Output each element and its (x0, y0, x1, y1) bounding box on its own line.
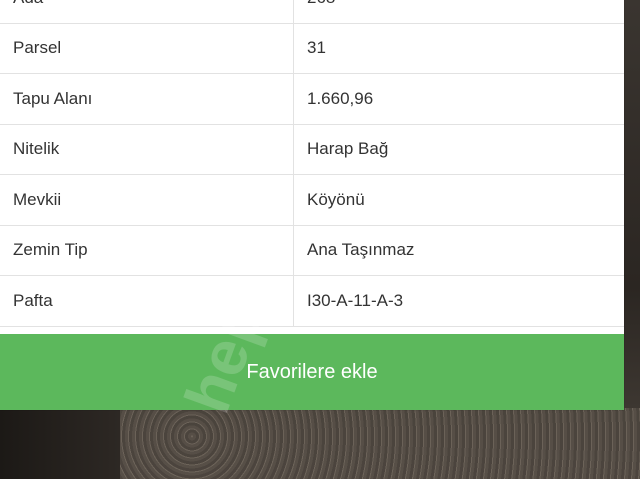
row-value: Harap Bağ (307, 139, 389, 159)
property-info-panel: Ada 268 Parsel 31 Tapu Alanı 1.660,96 Ni… (0, 0, 624, 410)
row-label: Zemin Tip (0, 225, 294, 275)
table-row: Tapu Alanı 1.660,96 (0, 74, 624, 125)
add-to-favorites-button[interactable]: Favorilere ekle (0, 334, 624, 410)
row-label: Ada (0, 0, 294, 23)
row-label: Pafta (0, 276, 294, 326)
table-row: Parsel 31 (0, 23, 624, 74)
row-value: Ana Taşınmaz (307, 240, 415, 260)
row-label: Tapu Alanı (0, 74, 294, 124)
property-table: Ada 268 Parsel 31 Tapu Alanı 1.660,96 Ni… (0, 0, 624, 327)
row-value: I30-A-11-A-3 (307, 290, 404, 310)
row-value: 31 (307, 38, 326, 58)
table-row: Pafta I30-A-11-A-3 (0, 276, 624, 327)
row-label: Mevkii (0, 175, 294, 225)
table-row: Ada 268 (0, 0, 624, 24)
table-row: Mevkii Köyönü (0, 175, 624, 226)
row-value: 1.660,96 (307, 88, 374, 108)
table-row: Nitelik Harap Bağ (0, 124, 624, 175)
row-label: Nitelik (0, 124, 294, 174)
row-label: Parsel (0, 23, 294, 73)
row-value: 268 (294, 0, 624, 23)
satellite-shadow (0, 408, 120, 479)
table-row: Zemin Tip Ana Taşınmaz (0, 225, 624, 276)
row-value: Köyönü (307, 189, 365, 209)
